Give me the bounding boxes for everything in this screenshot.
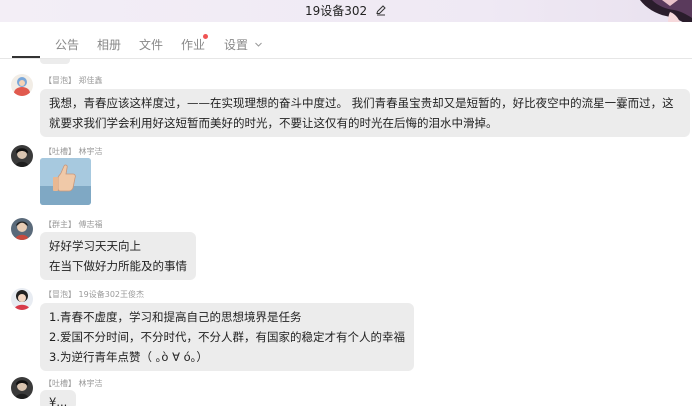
chevron-down-icon xyxy=(254,42,262,47)
message-sender: 【吐槽】 林宇洁 xyxy=(44,146,103,157)
tab-homework[interactable]: 作业 xyxy=(181,36,205,53)
member-role-tag: 【吐槽】 xyxy=(44,147,76,156)
message-bubble[interactable]: 我想，青春应该这样度过，——在实现理想的奋斗中度过。 我们青春虽宝贵却又是短暂的… xyxy=(40,89,690,137)
member-role-tag: 【群主】 xyxy=(44,220,76,229)
avatar-image xyxy=(11,288,33,310)
title-bar: 19设备302 xyxy=(0,0,692,28)
message-text-line: 我想，青春应该这样度过，——在实现理想的奋斗中度过。 我们青春虽宝贵却又是短暂的… xyxy=(49,96,674,110)
chat-message-list[interactable]: 【冒泡】 郑佳鑫 我想，青春应该这样度过，——在实现理想的奋斗中度过。 我们青春… xyxy=(0,59,692,406)
group-title-wrap: 19设备302 xyxy=(0,2,692,19)
message-sender: 【吐槽】 林宇洁 xyxy=(44,378,103,389)
thumbs-up-sticker-image[interactable] xyxy=(40,158,91,205)
message-text-line: 好好学习天天向上 xyxy=(49,239,141,253)
member-role-tag: 【冒泡】 xyxy=(44,76,76,85)
edit-icon[interactable] xyxy=(375,4,387,16)
avatar-image xyxy=(11,218,33,240)
message-text-line: 就要求我们学会利用好这短暂而美好的时光，不要让这仅有的时光在后悔的泪水中滑掉。 xyxy=(49,116,498,130)
tab-files[interactable]: 文件 xyxy=(139,36,163,53)
message-bubble[interactable]: 1.青春不虚度，学习和提高自己的思想境界是任务 2.爱国不分时间，不分时代，不分… xyxy=(40,303,414,371)
tab-settings[interactable]: 设置 xyxy=(224,36,263,53)
tab-album[interactable]: 相册 xyxy=(97,36,121,53)
avatar[interactable] xyxy=(11,74,33,96)
member-role-tag: 【吐槽】 xyxy=(44,379,76,388)
message-text-line: 在当下做好力所能及的事情 xyxy=(49,259,187,273)
avatar[interactable] xyxy=(11,377,33,399)
avatar[interactable] xyxy=(11,288,33,310)
previous-message-bubble xyxy=(40,59,70,64)
avatar[interactable] xyxy=(11,145,33,167)
group-tabs: 公告 相册 文件 作业 设置 xyxy=(0,22,692,59)
group-title: 19设备302 xyxy=(304,4,368,18)
message-text-line: 2.爱国不分时间，不分时代，不分人群，有国家的稳定才有个人的幸福 xyxy=(49,330,405,344)
message-sender: 【冒泡】 郑佳鑫 xyxy=(44,75,103,86)
avatar-image xyxy=(11,74,33,96)
sender-name: 郑佳鑫 xyxy=(78,76,103,85)
sender-name: 19设备302王俊杰 xyxy=(78,290,144,299)
member-role-tag: 【冒泡】 xyxy=(44,290,76,299)
message-text-line: ¥... xyxy=(49,395,68,406)
thumbs-up-icon xyxy=(40,158,91,205)
message-bubble[interactable]: 好好学习天天向上 在当下做好力所能及的事情 xyxy=(40,232,196,280)
sender-name: 林宇洁 xyxy=(78,379,103,388)
message-text-line: 3.为逆行青年点赞（ ｡ò ∀ ó｡） xyxy=(49,350,208,364)
tab-announcements[interactable]: 公告 xyxy=(55,36,79,53)
avatar[interactable] xyxy=(11,218,33,240)
sender-name: 林宇洁 xyxy=(78,147,103,156)
avatar-image xyxy=(11,377,33,399)
avatar-image xyxy=(11,145,33,167)
message-sender: 【群主】 傅志福 xyxy=(44,219,103,230)
active-tab-indicator xyxy=(12,56,40,58)
tab-settings-label: 设置 xyxy=(224,38,249,52)
homework-notification-dot xyxy=(203,34,208,39)
message-text-line: 1.青春不虚度，学习和提高自己的思想境界是任务 xyxy=(49,310,302,324)
message-bubble[interactable]: ¥... xyxy=(40,390,77,406)
message-sender: 【冒泡】 19设备302王俊杰 xyxy=(44,289,144,300)
sender-name: 傅志福 xyxy=(78,220,103,229)
